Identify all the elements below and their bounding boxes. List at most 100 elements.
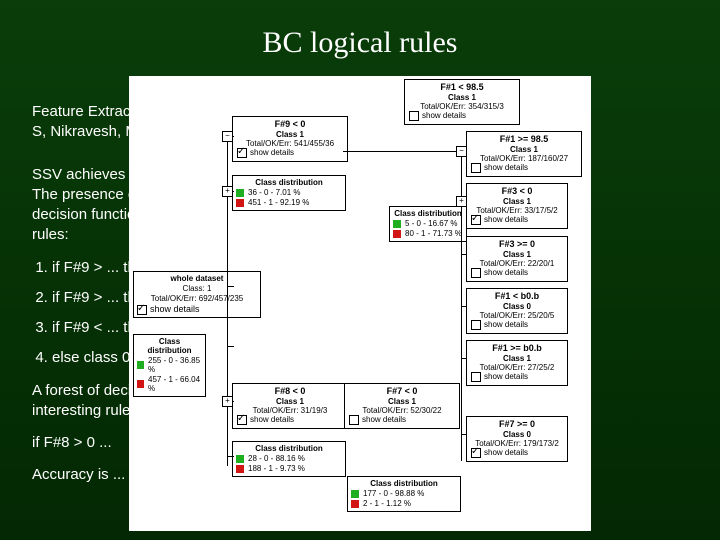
dist-row: 188 - 1 - 9.73 % bbox=[248, 464, 305, 473]
tree-node: F#1 < b0.b Class 0 Total/OK/Err: 25/20/5… bbox=[466, 288, 568, 334]
checkbox-icon[interactable] bbox=[237, 148, 247, 158]
color-swatch bbox=[137, 380, 144, 388]
label: show details bbox=[484, 163, 528, 172]
node-class: Class 0 bbox=[471, 430, 563, 439]
class-distribution: whole dataset Class: 1 Total/OK/Err: 692… bbox=[133, 271, 261, 318]
node-header: F#3 >= 0 bbox=[471, 239, 563, 249]
dist-row: 451 - 1 - 92.19 % bbox=[248, 198, 309, 207]
tree-node: F#7 >= 0 Class 0 Total/OK/Err: 179/173/2… bbox=[466, 416, 568, 462]
expand-icon[interactable]: − bbox=[222, 131, 233, 142]
node-class: Class 1 bbox=[349, 397, 455, 406]
node-stats: Total/OK/Err: 27/25/2 bbox=[471, 363, 563, 372]
text: interesting rule: bbox=[32, 402, 135, 419]
label: show details bbox=[484, 448, 528, 457]
node-header: F#1 < b0.b bbox=[471, 291, 563, 301]
connector-line bbox=[227, 286, 234, 287]
label: show details bbox=[250, 148, 294, 157]
checkbox-icon[interactable] bbox=[349, 415, 359, 425]
checkbox-icon[interactable] bbox=[471, 163, 481, 173]
color-swatch bbox=[236, 199, 244, 207]
node-stats: Total/OK/Err: 187/160/27 bbox=[471, 154, 577, 163]
node-stats: Total/OK/Err: 354/315/3 bbox=[409, 102, 515, 111]
class-distribution: Class distribution 177 - 0 - 98.88 % 2 -… bbox=[347, 476, 461, 512]
node-class: Class 1 bbox=[471, 354, 563, 363]
dist-class: Class: 1 bbox=[137, 284, 257, 293]
dist-stats: Total/OK/Err: 692/457/235 bbox=[137, 294, 257, 303]
connector-line bbox=[461, 254, 467, 255]
checkbox-icon[interactable] bbox=[137, 305, 147, 315]
dist-row: 255 - 0 - 36.85 % bbox=[148, 356, 202, 374]
tree-node: F#1 < 98.5 Class 1 Total/OK/Err: 354/315… bbox=[404, 79, 520, 125]
label: show details bbox=[362, 415, 406, 424]
tree-node: F#3 < 0 Class 1 Total/OK/Err: 33/17/5/2 … bbox=[466, 183, 568, 229]
expand-icon[interactable]: + bbox=[222, 186, 233, 197]
node-header: F#3 < 0 bbox=[471, 186, 563, 196]
label: show details bbox=[484, 215, 528, 224]
node-stats: Total/OK/Err: 25/20/5 bbox=[471, 311, 563, 320]
checkbox-icon[interactable] bbox=[471, 215, 481, 225]
connector-line bbox=[461, 306, 467, 307]
connector-line bbox=[227, 456, 234, 457]
node-stats: Total/OK/Err: 52/30/22 bbox=[349, 406, 455, 415]
dist-title: Class distribution bbox=[236, 178, 342, 187]
node-stats: Total/OK/Err: 33/17/5/2 bbox=[471, 206, 563, 215]
node-header: F#7 >= 0 bbox=[471, 419, 563, 429]
dist-row: 5 - 0 - 16.67 % bbox=[405, 219, 457, 228]
text: rules: bbox=[32, 226, 69, 243]
dist-row: 36 - 0 - 7.01 % bbox=[248, 188, 300, 197]
connector-line bbox=[461, 358, 467, 359]
connector-line bbox=[343, 151, 461, 152]
node-header: F#7 < 0 bbox=[349, 386, 455, 396]
checkbox-icon[interactable] bbox=[471, 448, 481, 458]
node-class: Class 1 bbox=[409, 93, 515, 102]
dist-row: 80 - 1 - 71.73 % bbox=[405, 229, 462, 238]
expand-icon[interactable]: − bbox=[456, 146, 467, 157]
label: show details bbox=[484, 372, 528, 381]
decision-tree-diagram: F#1 < 98.5 Class 1 Total/OK/Err: 354/315… bbox=[129, 76, 591, 531]
tree-node: F#7 < 0 Class 1 Total/OK/Err: 52/30/22 s… bbox=[344, 383, 460, 429]
dist-row: 2 - 1 - 1.12 % bbox=[363, 499, 411, 508]
node-header: F#8 < 0 bbox=[237, 386, 343, 396]
checkbox-icon[interactable] bbox=[471, 268, 481, 278]
color-swatch bbox=[351, 500, 359, 508]
label: show details bbox=[250, 415, 294, 424]
dist-title: whole dataset bbox=[137, 274, 257, 283]
node-class: Class 1 bbox=[237, 397, 343, 406]
node-stats: Total/OK/Err: 22/20/1 bbox=[471, 259, 563, 268]
dist-row: 457 - 1 - 66.04 % bbox=[148, 375, 202, 393]
tree-node: F#1 >= b0.b Class 1 Total/OK/Err: 27/25/… bbox=[466, 340, 568, 386]
node-class: Class 1 bbox=[471, 250, 563, 259]
color-swatch bbox=[351, 490, 359, 498]
expand-icon[interactable]: + bbox=[222, 396, 233, 407]
checkbox-icon[interactable] bbox=[237, 415, 247, 425]
tree-node: F#3 >= 0 Class 1 Total/OK/Err: 22/20/1 s… bbox=[466, 236, 568, 282]
class-distribution: Class distribution 5 - 0 - 16.67 % 80 - … bbox=[389, 206, 467, 242]
checkbox-icon[interactable] bbox=[471, 372, 481, 382]
label: show details bbox=[422, 111, 466, 120]
node-stats: Total/OK/Err: 179/173/2 bbox=[471, 439, 563, 448]
dist-title: Class distribution bbox=[393, 209, 463, 218]
node-header: F#9 < 0 bbox=[237, 119, 343, 129]
page-title: BC logical rules bbox=[0, 26, 720, 60]
node-header: F#1 >= b0.b bbox=[471, 343, 563, 353]
dist-row: 177 - 0 - 98.88 % bbox=[363, 489, 424, 498]
tree-node: F#8 < 0 Class 1 Total/OK/Err: 31/19/3 sh… bbox=[232, 383, 348, 429]
expand-icon[interactable]: + bbox=[456, 196, 467, 207]
class-distribution: Class distribution 28 - 0 - 88.16 % 188 … bbox=[232, 441, 346, 477]
node-class: Class 1 bbox=[471, 145, 577, 154]
class-distribution: Class distribution 36 - 0 - 7.01 % 451 -… bbox=[232, 175, 346, 211]
tree-node: F#1 >= 98.5 Class 1 Total/OK/Err: 187/16… bbox=[466, 131, 582, 177]
color-swatch bbox=[393, 230, 401, 238]
dist-title: Class distribution bbox=[236, 444, 342, 453]
color-swatch bbox=[236, 189, 244, 197]
dist-title: Class distribution bbox=[351, 479, 457, 488]
color-swatch bbox=[137, 361, 144, 369]
class-distribution: Class distribution 255 - 0 - 36.85 % 457… bbox=[133, 334, 206, 397]
dist-row: 28 - 0 - 88.16 % bbox=[248, 454, 305, 463]
checkbox-icon[interactable] bbox=[409, 111, 419, 121]
tree-node: F#9 < 0 Class 1 Total/OK/Err: 541/455/36… bbox=[232, 116, 348, 162]
node-header: F#1 < 98.5 bbox=[409, 82, 515, 92]
checkbox-icon[interactable] bbox=[471, 320, 481, 330]
label: show details bbox=[484, 268, 528, 277]
node-header: F#1 >= 98.5 bbox=[471, 134, 577, 144]
